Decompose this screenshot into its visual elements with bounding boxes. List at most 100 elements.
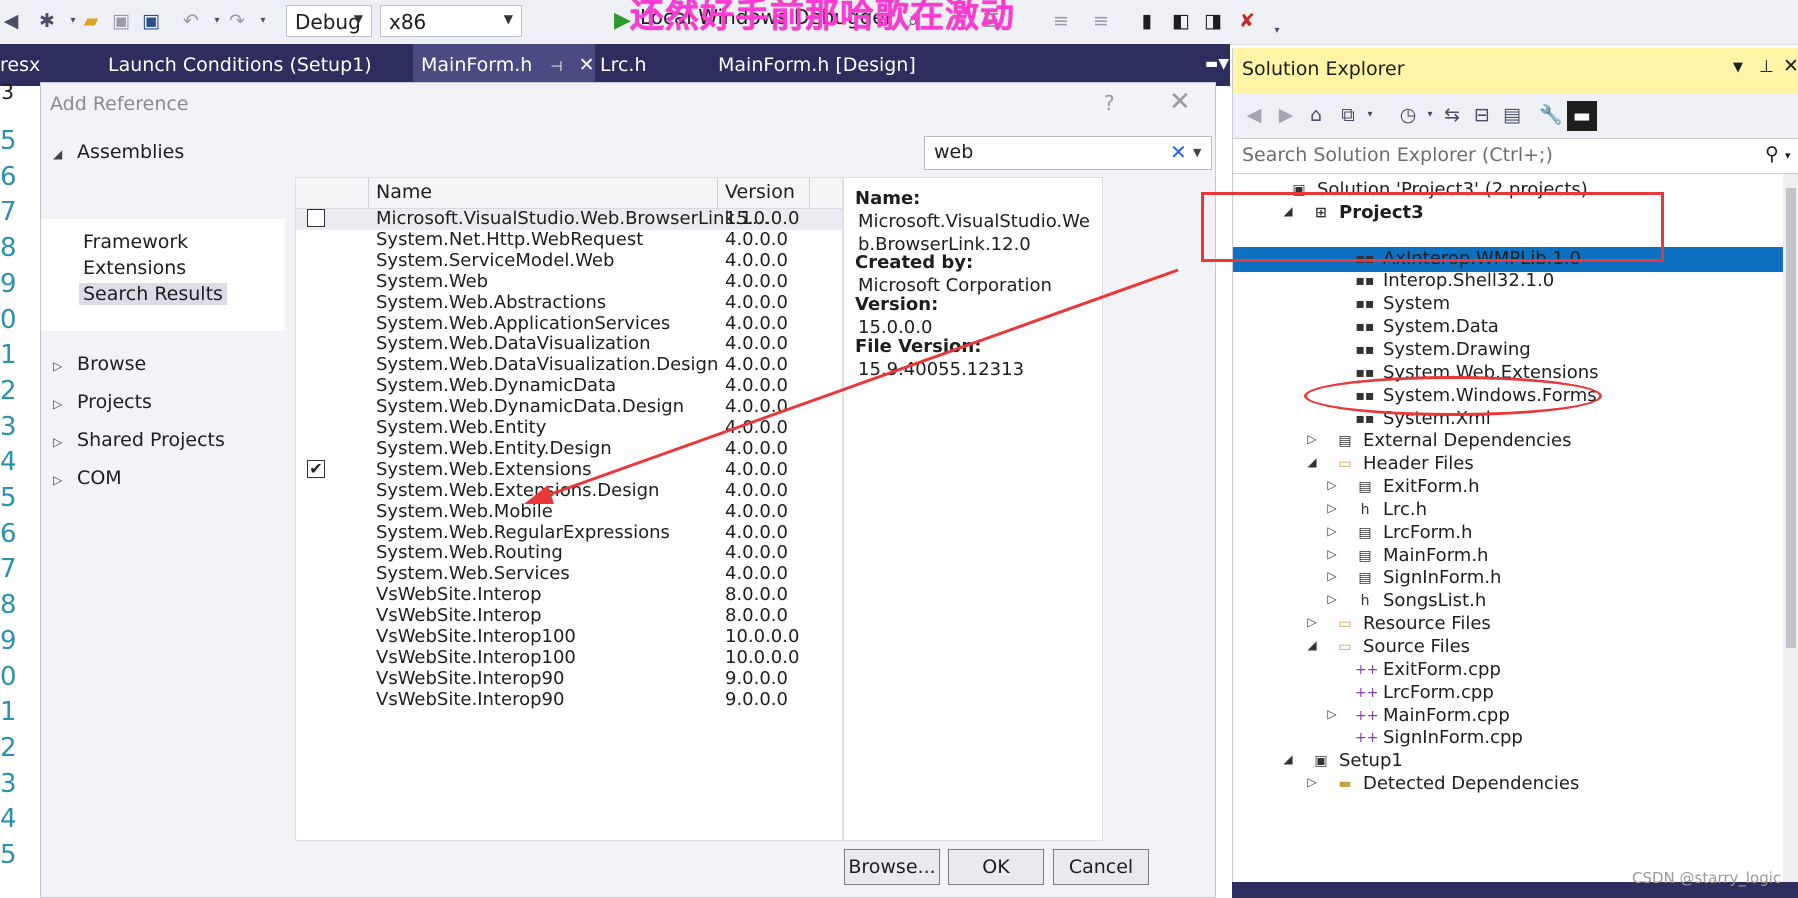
redo-icon[interactable]: ↷ (226, 10, 248, 32)
pin-icon[interactable]: ⊣ (550, 59, 562, 75)
bookmark-clear-icon[interactable]: ✘ (1236, 10, 1258, 32)
tab-lrc-h[interactable]: Lrc.h (600, 44, 647, 86)
tree-item[interactable]: ◢ ▣ Setup1 (1283, 750, 1402, 773)
collapsed-triangle-icon[interactable]: ▷ (1305, 432, 1319, 446)
chevron-down-icon[interactable]: ▼ (1733, 60, 1743, 75)
help-button[interactable]: ? (1104, 91, 1115, 115)
reference-row[interactable]: System.Web.Entity.Design 4.0.0.0 (296, 438, 842, 460)
comment-icon[interactable]: ≡ (1050, 10, 1072, 32)
sync-icon[interactable]: ⇆ (1441, 104, 1463, 126)
reference-row[interactable]: System.Web.DynamicData 4.0.0.0 (296, 375, 842, 397)
collapsed-triangle-icon[interactable]: ▷ (1325, 547, 1339, 561)
reference-search-input[interactable]: web ✕ ▼ (924, 136, 1212, 170)
nav-search-results[interactable]: Search Results (79, 283, 227, 305)
chevron-down-icon[interactable]: ▼ (1193, 146, 1201, 159)
column-header-version[interactable]: Version (725, 181, 795, 203)
nav-com[interactable]: ▷ COM (53, 467, 122, 489)
collapsed-triangle-icon[interactable]: ▷ (1325, 501, 1339, 515)
reference-row[interactable]: System.Web 4.0.0.0 (296, 271, 842, 293)
nav-projects[interactable]: ▷ Projects (53, 391, 152, 413)
tree-item[interactable]: ++ LrcForm.cpp (1355, 682, 1494, 705)
column-separator[interactable] (717, 178, 718, 208)
tree-item[interactable]: ▷ ▤ External Dependencies (1307, 430, 1571, 453)
reference-row[interactable]: System.Web.Mobile 4.0.0.0 (296, 501, 842, 523)
play-icon[interactable]: ▶ (614, 8, 631, 33)
tree-item[interactable]: ▪▪ System.Drawing (1356, 339, 1531, 362)
chevron-down-icon[interactable]: ▾ (1359, 104, 1381, 126)
switch-views-icon[interactable]: ⧉ (1337, 104, 1359, 126)
back-icon[interactable]: ◀ (0, 10, 22, 32)
tree-item[interactable]: ◢ ▭ Header Files (1307, 453, 1473, 476)
expanded-triangle-icon[interactable]: ◢ (1305, 455, 1319, 469)
chevron-down-icon[interactable]: ▾ (252, 10, 274, 32)
toolbar-overflow-icon[interactable]: ▾ (1266, 20, 1288, 42)
reference-row[interactable]: ✔ System.Web.Extensions 4.0.0.0 (296, 459, 842, 481)
reference-row[interactable]: VsWebSite.Interop 8.0.0.0 (296, 605, 842, 627)
open-file-icon[interactable]: ▰ (80, 10, 102, 32)
tab-overflow-icon[interactable]: ▬▼ (1205, 56, 1229, 72)
tree-item[interactable]: ▷ ▤ LrcForm.h (1327, 522, 1472, 545)
save-icon[interactable]: ▣ (110, 10, 132, 32)
nav-framework[interactable]: Framework (83, 231, 188, 253)
preview-selected-icon[interactable]: ▬ (1567, 101, 1597, 131)
reference-row[interactable]: System.Web.Services 4.0.0.0 (296, 563, 842, 585)
reference-row[interactable]: System.Web.Routing 4.0.0.0 (296, 542, 842, 564)
reference-row[interactable]: VsWebSite.Interop 8.0.0.0 (296, 584, 842, 606)
uncomment-icon[interactable]: ≡ (1090, 10, 1112, 32)
tree-item[interactable]: ++ ExitForm.cpp (1355, 659, 1501, 682)
tab-mainform-design[interactable]: MainForm.h [Design] (718, 44, 916, 86)
reference-row[interactable]: VsWebSite.Interop100 10.0.0.0 (296, 647, 842, 669)
reference-row[interactable]: System.Web.RegularExpressions 4.0.0.0 (296, 522, 842, 544)
reference-row[interactable]: System.Web.Abstractions 4.0.0.0 (296, 292, 842, 314)
pin-icon[interactable]: ⊥ (1759, 57, 1774, 77)
forward-icon[interactable]: ▶ (1275, 104, 1297, 126)
reference-row[interactable]: System.Web.Extensions.Design 4.0.0.0 (296, 480, 842, 502)
bookmark-icon[interactable]: ▮ (1136, 10, 1158, 32)
tree-item[interactable]: ++ SignInForm.cpp (1355, 727, 1523, 750)
reference-row[interactable]: System.Web.ApplicationServices 4.0.0.0 (296, 313, 842, 335)
nav-extensions[interactable]: Extensions (83, 257, 186, 279)
column-separator[interactable] (809, 178, 810, 208)
tree-item[interactable]: ▷ h SongsList.h (1327, 590, 1486, 613)
save-all-icon[interactable]: ▣ (140, 10, 162, 32)
collapsed-triangle-icon[interactable]: ▷ (1325, 569, 1339, 583)
collapsed-triangle-icon[interactable]: ▷ (1305, 775, 1319, 789)
reference-row[interactable]: System.Net.Http.WebRequest 4.0.0.0 (296, 229, 842, 251)
tab-launch-conditions[interactable]: Launch Conditions (Setup1) (108, 44, 372, 86)
nav-browse[interactable]: ▷ Browse (53, 353, 146, 375)
tree-item[interactable]: ▷ ++ MainForm.cpp (1327, 705, 1509, 728)
tree-item[interactable]: ▪▪ Interop.Shell32.1.0 (1356, 270, 1555, 293)
reference-row[interactable]: VsWebSite.Interop90 9.0.0.0 (296, 668, 842, 690)
search-icon[interactable]: ⚲ (1765, 143, 1779, 165)
tree-item[interactable]: ▪▪ System.Data (1356, 316, 1499, 339)
show-all-files-icon[interactable]: ▤ (1501, 104, 1523, 126)
reference-row[interactable]: VsWebSite.Interop100 10.0.0.0 (296, 626, 842, 648)
solution-explorer-search[interactable]: Search Solution Explorer (Ctrl+;) ⚲ ▾ (1233, 138, 1798, 174)
new-project-icon[interactable]: ✱ (36, 10, 58, 32)
collapse-all-icon[interactable]: ⊟ (1471, 104, 1493, 126)
collapsed-triangle-icon[interactable]: ▷ (1325, 478, 1339, 492)
close-icon[interactable]: ✕ (579, 54, 595, 76)
pending-changes-icon[interactable]: ◷ (1397, 104, 1419, 126)
close-icon[interactable]: ✕ (1783, 55, 1798, 77)
collapsed-triangle-icon[interactable]: ▷ (1325, 707, 1339, 721)
reference-row[interactable]: System.Web.DataVisualization.Design 4.0.0… (296, 354, 842, 376)
reference-row[interactable]: Microsoft.VisualStudio.Web.BrowserLink.1… (296, 208, 842, 230)
column-header-name[interactable]: Name (376, 181, 432, 203)
undo-icon[interactable]: ↶ (180, 10, 202, 32)
include-checkbox[interactable] (307, 209, 325, 227)
tree-item[interactable]: ◢ ▭ Source Files (1307, 636, 1470, 659)
chevron-down-icon[interactable]: ▾ (206, 10, 228, 32)
browse-button[interactable]: Browse... (844, 849, 940, 885)
reference-row[interactable]: System.ServiceModel.Web 4.0.0.0 (296, 250, 842, 272)
include-checkbox[interactable]: ✔ (307, 459, 325, 478)
scrollbar-thumb[interactable] (1786, 188, 1796, 648)
nav-assemblies[interactable]: ◢ Assemblies (53, 141, 184, 163)
expanded-triangle-icon[interactable]: ◢ (1281, 752, 1295, 766)
tree-item[interactable]: ▷ ▤ MainForm.h (1327, 545, 1488, 568)
nav-shared-projects[interactable]: ▷ Shared Projects (53, 429, 225, 451)
tree-item[interactable]: ▪▪ System (1356, 293, 1451, 316)
chevron-down-icon[interactable]: ▾ (1785, 149, 1791, 162)
reference-row[interactable]: System.Web.Entity 4.0.0.0 (296, 417, 842, 439)
clear-icon[interactable]: ✕ (1170, 140, 1187, 164)
